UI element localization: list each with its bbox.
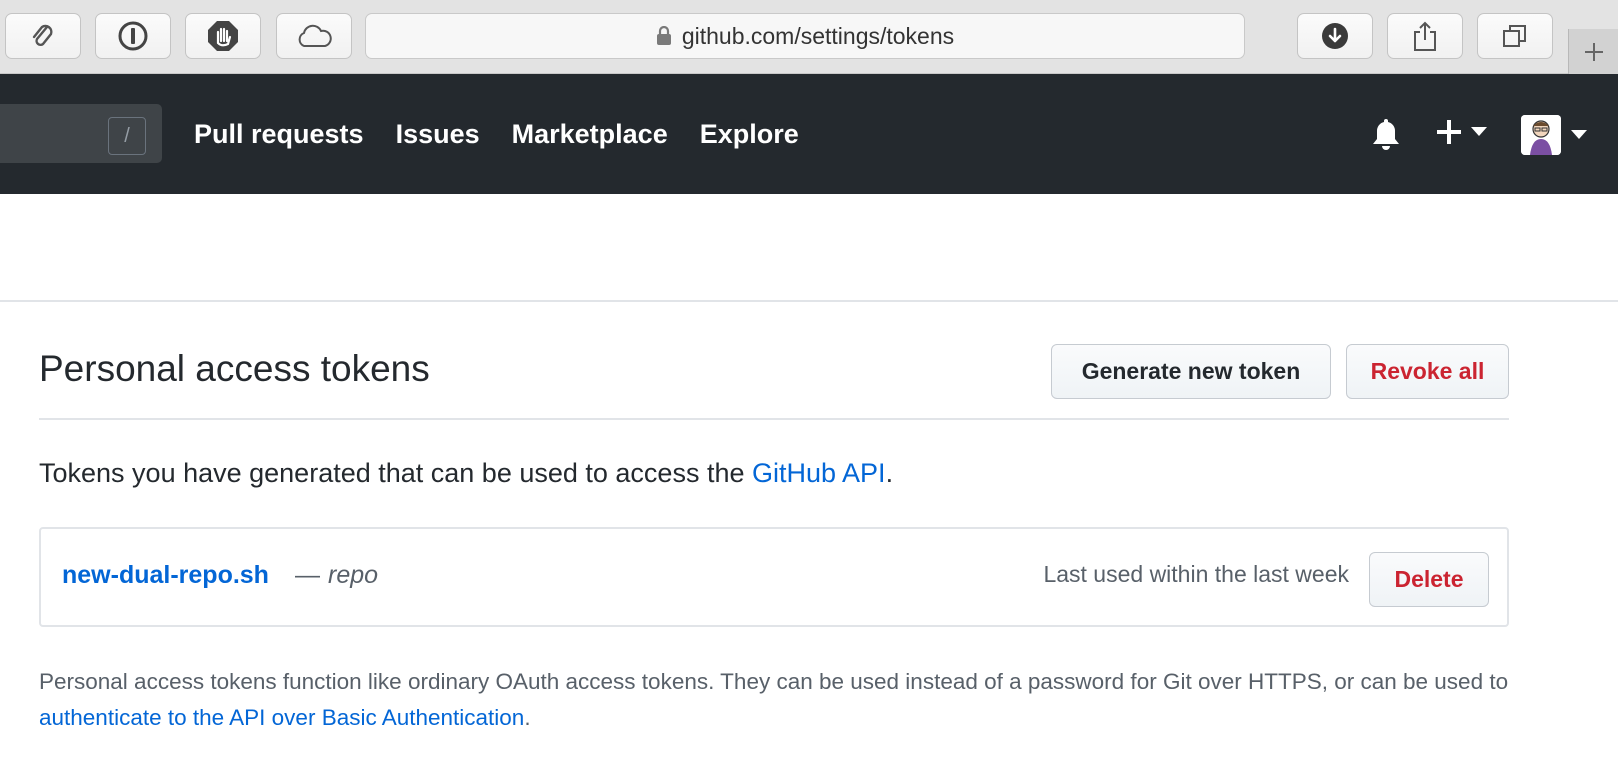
plus-icon: [1437, 120, 1461, 144]
token-name-link[interactable]: new-dual-repo.sh: [62, 561, 269, 590]
paperclip-icon: [32, 24, 53, 47]
token-info-note: Personal access tokens function like ord…: [39, 669, 1509, 730]
nav-explore[interactable]: Explore: [700, 119, 799, 150]
page-title: Personal access tokens: [39, 348, 430, 389]
caret-down-icon: [1571, 130, 1587, 139]
nav-marketplace[interactable]: Marketplace: [512, 119, 668, 150]
revoke-all-button[interactable]: Revoke all: [1346, 344, 1509, 399]
basic-auth-link[interactable]: authenticate to the API over Basic Authe…: [39, 705, 524, 730]
search-shortcut-key: /: [108, 117, 146, 155]
search-input[interactable]: /: [0, 104, 162, 163]
generate-new-token-button[interactable]: Generate new token: [1051, 344, 1331, 399]
token-list-item: new-dual-repo.sh — repo Last used within…: [39, 527, 1509, 627]
adblock-hand-icon: [208, 21, 238, 51]
download-icon: [1322, 23, 1348, 49]
create-new-menu[interactable]: [1435, 118, 1487, 146]
title-divider: [39, 418, 1509, 420]
caret-down-icon: [1471, 127, 1487, 136]
bell-icon: [1373, 119, 1399, 150]
notifications-button[interactable]: [1370, 116, 1402, 157]
github-header: / Pull requests Issues Marketplace Explo…: [0, 74, 1618, 194]
token-separator: —: [295, 561, 320, 589]
nav-issues[interactable]: Issues: [396, 119, 480, 150]
share-icon: [1414, 21, 1436, 51]
new-tab-icon: [1584, 42, 1603, 61]
adblock-button[interactable]: [185, 13, 261, 59]
address-bar[interactable]: github.com/settings/tokens: [365, 13, 1245, 59]
1password-icon: [118, 21, 148, 51]
main-nav: Pull requests Issues Marketplace Explore: [194, 74, 799, 194]
browser-toolbar: github.com/settings/tokens: [0, 0, 1618, 74]
password-manager-button[interactable]: [95, 13, 171, 59]
downloads-button[interactable]: [1297, 13, 1373, 59]
token-last-used: Last used within the last week: [1043, 561, 1349, 587]
token-scope: repo: [328, 561, 379, 589]
lock-icon: [656, 26, 672, 46]
intro-text: Tokens you have generated that can be us…: [39, 458, 894, 488]
tabs-overview-button[interactable]: [1477, 13, 1553, 59]
user-menu[interactable]: [1521, 115, 1587, 155]
cloud-button[interactable]: [276, 13, 352, 59]
paperclip-button[interactable]: [5, 13, 81, 59]
github-api-link[interactable]: GitHub API: [752, 458, 886, 488]
nav-pull-requests[interactable]: Pull requests: [194, 119, 364, 150]
section-divider: [0, 300, 1618, 302]
cloud-icon: [298, 24, 332, 47]
new-tab-button[interactable]: [1568, 29, 1618, 74]
share-button[interactable]: [1387, 13, 1463, 59]
delete-token-button[interactable]: Delete: [1369, 552, 1489, 607]
tabs-icon: [1503, 25, 1526, 47]
url-text: github.com/settings/tokens: [681, 22, 955, 49]
avatar: [1521, 115, 1561, 155]
